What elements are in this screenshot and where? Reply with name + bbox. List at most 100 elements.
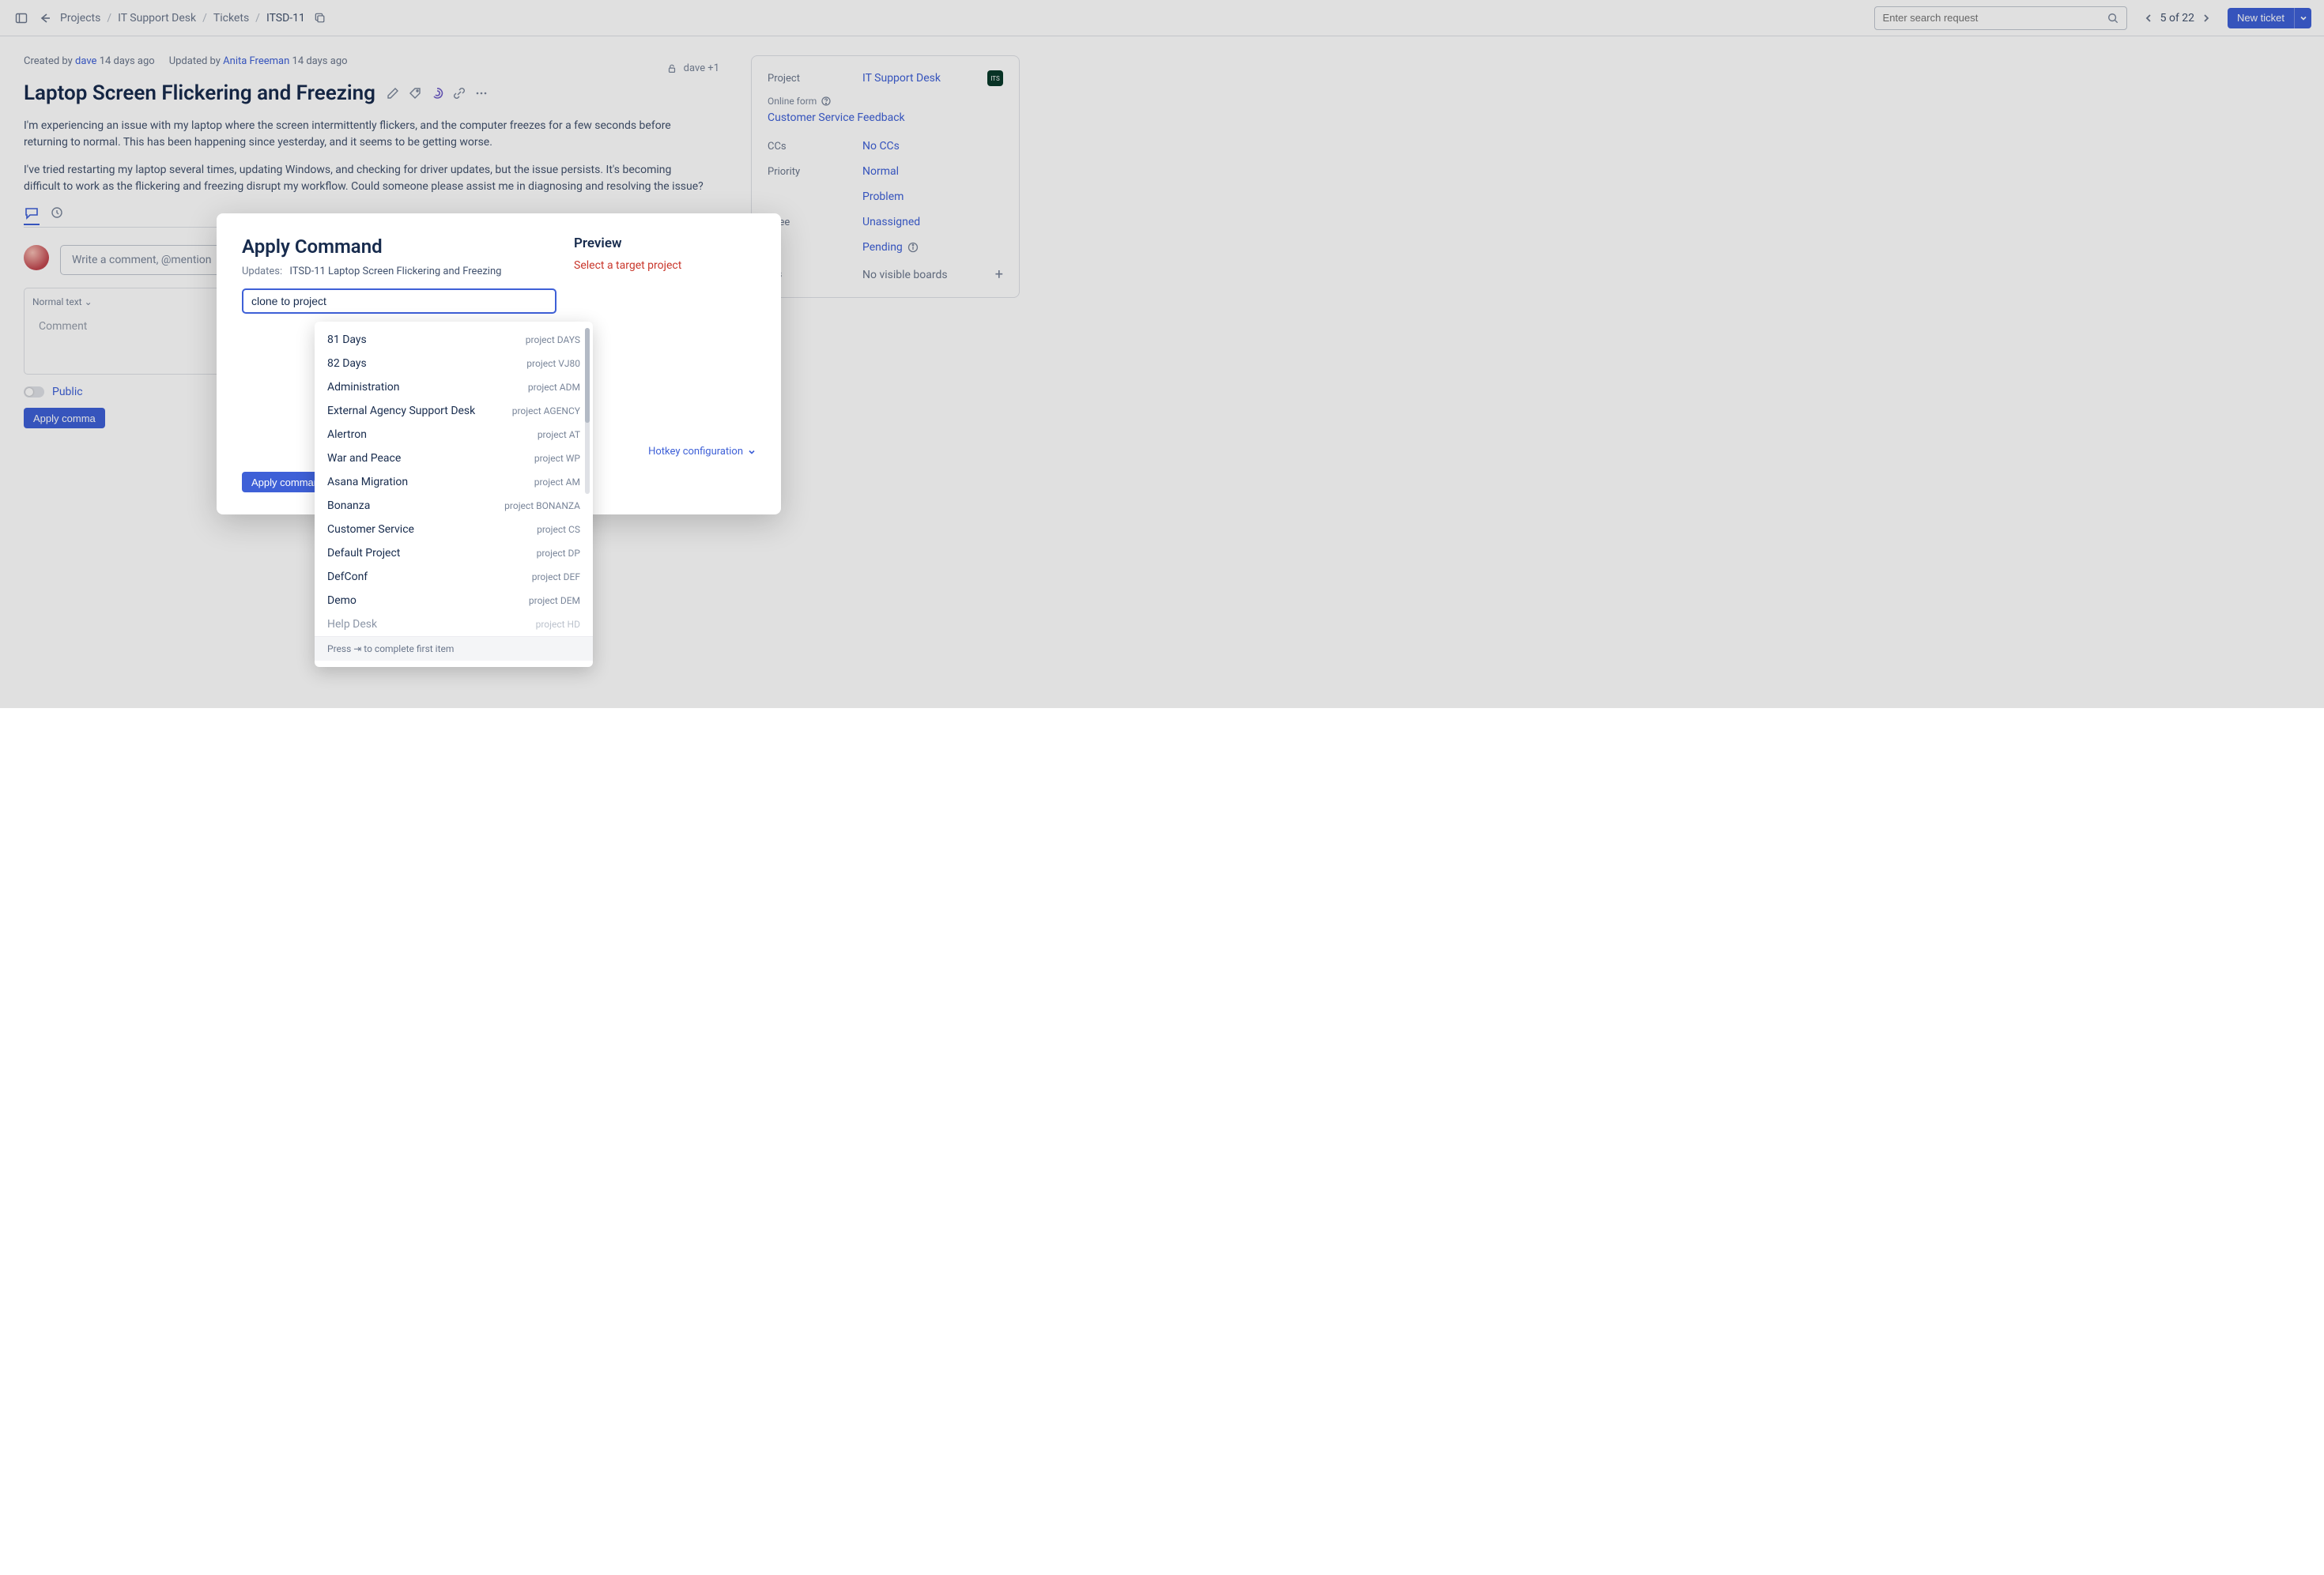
comments-tab-icon[interactable]	[24, 206, 40, 225]
dropdown-item-key: project WP	[534, 453, 580, 464]
prev-icon[interactable]	[2141, 11, 2156, 25]
dropdown-item-key: project CS	[537, 524, 580, 535]
public-toggle[interactable]	[24, 386, 44, 398]
dialog-title: Apply Command	[242, 235, 558, 258]
dropdown-item-name: War and Peace	[327, 452, 401, 465]
updates-line: Updates: ITSD-11 Laptop Screen Flickerin…	[242, 266, 558, 277]
updated-prefix: Updated by	[169, 55, 221, 67]
dropdown-item-key: project VJ80	[526, 358, 580, 369]
online-form-label-row: Online form	[768, 96, 1003, 107]
breadcrumb-tickets[interactable]: Tickets	[213, 12, 249, 24]
apply-comment-button[interactable]: Apply comma	[24, 408, 105, 428]
dropdown-item-key: project AM	[534, 477, 580, 488]
help-icon[interactable]	[821, 96, 831, 106]
hotkey-link[interactable]: Hotkey configuration	[574, 446, 756, 458]
info-icon[interactable]	[907, 242, 919, 253]
field-value-state[interactable]: Pending	[862, 241, 903, 254]
field-label-project: Project	[768, 73, 862, 85]
topbar: Projects / IT Support Desk / Tickets / I…	[0, 0, 2324, 36]
dropdown-item[interactable]: Help Desk project HD	[315, 612, 593, 636]
dropdown-item-name: Administration	[327, 381, 399, 394]
ai-icon[interactable]	[431, 87, 443, 100]
updated-user[interactable]: Anita Freeman	[223, 55, 289, 67]
dropdown-item[interactable]: Alertron project AT	[315, 423, 593, 447]
dropdown-item-name: Alertron	[327, 428, 367, 441]
dropdown-item-key: project AT	[538, 429, 580, 440]
dropdown-item[interactable]: Customer Service project CS	[315, 518, 593, 541]
editor-mode[interactable]: Normal text ⌄	[32, 296, 92, 307]
breadcrumb-current: ITSD-11	[266, 12, 305, 24]
dropdown-footer-hint: Press ⇥ to complete first item	[315, 636, 593, 661]
command-input[interactable]	[242, 288, 556, 314]
field-value-priority[interactable]: Normal	[862, 165, 899, 178]
edit-icon[interactable]	[387, 87, 399, 100]
dropdown-item[interactable]: External Agency Support Deskproject AGEN…	[315, 399, 593, 423]
dropdown-item[interactable]: War and Peace project WP	[315, 447, 593, 470]
dropdown-scrollbar[interactable]	[585, 328, 590, 494]
field-label-assignee: gnee	[768, 217, 862, 228]
dropdown-item[interactable]: Asana Migration project AM	[315, 470, 593, 494]
dropdown-item-key: project DP	[537, 548, 580, 559]
project-suggestion-dropdown: 81 Daysproject DAYS82 Daysproject VJ80Ad…	[315, 322, 593, 667]
dropdown-item-key: project DEF	[532, 571, 580, 582]
public-label[interactable]: Public	[52, 386, 83, 398]
dropdown-item[interactable]: Bonanzaproject BONANZA	[315, 494, 593, 518]
field-value-boards[interactable]: No visible boards	[862, 269, 948, 281]
dropdown-item-key: project ADM	[528, 382, 580, 393]
breadcrumb-project[interactable]: IT Support Desk	[118, 12, 196, 24]
dropdown-item-name: DefConf	[327, 571, 368, 583]
search-input[interactable]	[1874, 6, 2127, 30]
dropdown-item-name: Bonanza	[327, 499, 370, 512]
new-ticket-dropdown[interactable]	[2294, 8, 2311, 28]
updated-when: 14 days ago	[292, 55, 348, 67]
new-ticket-button[interactable]: New ticket	[2228, 8, 2294, 28]
project-avatar-icon: ITS	[987, 70, 1003, 86]
search-icon	[2107, 13, 2118, 24]
dropdown-item-name: Customer Service	[327, 523, 414, 536]
next-icon[interactable]	[2199, 11, 2213, 25]
created-when: 14 days ago	[100, 55, 155, 67]
field-value-project[interactable]: IT Support Desk	[862, 72, 941, 85]
field-label-priority: Priority	[768, 166, 862, 178]
more-icon[interactable]	[475, 87, 488, 100]
field-label-type	[768, 191, 862, 203]
field-value-ccs[interactable]: No CCs	[862, 140, 900, 153]
dropdown-item-key: project HD	[536, 619, 580, 630]
link-icon[interactable]	[453, 87, 466, 100]
dropdown-item[interactable]: Default Projectproject DP	[315, 541, 593, 565]
created-prefix: Created by	[24, 55, 73, 67]
pager-text: 5 of 22	[2160, 12, 2194, 24]
lock-icon	[666, 63, 677, 74]
search-field[interactable]	[1883, 12, 2107, 24]
online-form-value[interactable]: Customer Service Feedback	[768, 111, 905, 124]
add-board-icon[interactable]: +	[995, 266, 1003, 283]
dropdown-item-name: Demo	[327, 594, 357, 607]
dropdown-item-name: Help Desk	[327, 618, 377, 631]
dropdown-item[interactable]: 81 Daysproject DAYS	[315, 328, 593, 352]
watchers[interactable]: dave +1	[666, 62, 719, 74]
back-arrow-icon[interactable]	[36, 9, 54, 27]
dropdown-item-name: Asana Migration	[327, 476, 408, 488]
field-label-state: e	[768, 242, 862, 254]
breadcrumb: Projects / IT Support Desk / Tickets / I…	[60, 9, 329, 27]
copy-icon[interactable]	[311, 9, 329, 27]
user-avatar[interactable]	[24, 245, 49, 270]
field-value-type[interactable]: Problem	[862, 190, 904, 203]
field-value-assignee[interactable]: Unassigned	[862, 216, 920, 228]
dropdown-item[interactable]: Demoproject DEM	[315, 589, 593, 612]
tag-icon[interactable]	[409, 87, 421, 100]
updates-value: ITSD-11 Laptop Screen Flickering and Fre…	[289, 266, 501, 277]
breadcrumb-sep: /	[202, 12, 207, 24]
dropdown-item[interactable]: DefConf project DEF	[315, 565, 593, 589]
created-user[interactable]: dave	[75, 55, 96, 67]
breadcrumb-projects[interactable]: Projects	[60, 12, 100, 24]
ticket-title: Laptop Screen Flickering and Freezing	[24, 81, 375, 105]
breadcrumb-sep: /	[255, 12, 260, 24]
dropdown-item[interactable]: Administration project ADM	[315, 375, 593, 399]
breadcrumb-sep: /	[107, 12, 111, 24]
title-row: Laptop Screen Flickering and Freezing	[24, 81, 719, 105]
history-tab-icon[interactable]	[51, 206, 63, 225]
panel-toggle-icon[interactable]	[13, 9, 30, 27]
dropdown-item-name: External Agency Support Desk	[327, 405, 475, 417]
dropdown-item[interactable]: 82 Daysproject VJ80	[315, 352, 593, 375]
